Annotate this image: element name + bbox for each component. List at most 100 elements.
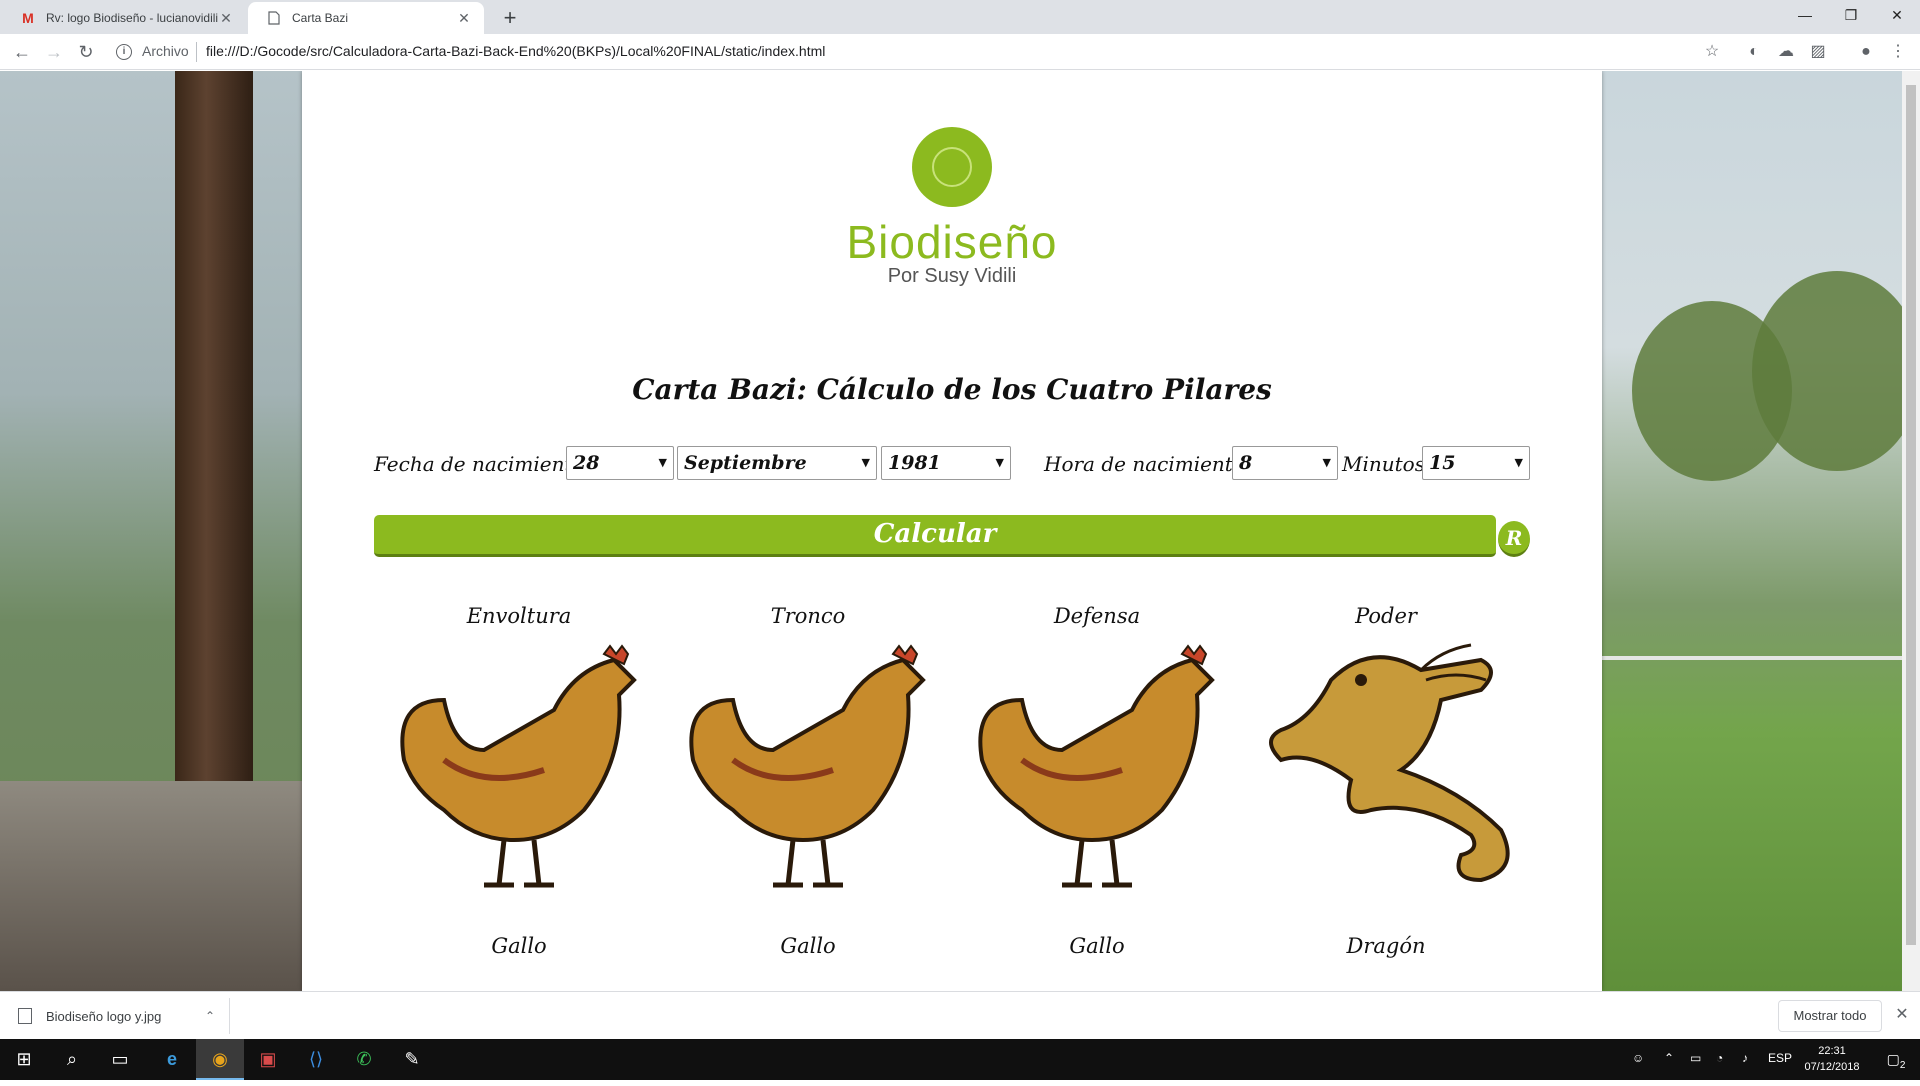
star-icon[interactable]: ☆ <box>1700 40 1724 64</box>
birth-time-label: Hora de nacimiento: <box>1044 452 1252 476</box>
rooster-icon <box>689 644 926 888</box>
background-left <box>0 71 302 991</box>
reset-button[interactable]: R <box>1498 521 1530 557</box>
page-title: Carta Bazi: Cálculo de los Cuatro Pilare… <box>632 373 1272 406</box>
task-view-icon[interactable]: ▭ <box>96 1039 144 1080</box>
tab-carta-bazi[interactable]: Carta Bazi ✕ <box>248 2 484 34</box>
rooster-icon <box>978 644 1215 888</box>
day-select[interactable]: 28 ▼ <box>566 446 674 480</box>
logo-ring <box>932 147 972 187</box>
window-sill <box>0 781 302 991</box>
address-bar[interactable]: file:///D:/Gocode/src/Calculadora-Carta-… <box>206 43 825 59</box>
edge-icon[interactable]: e <box>148 1039 196 1080</box>
language-indicator[interactable]: ESP <box>1768 1051 1792 1065</box>
avatar[interactable]: ● <box>1854 40 1878 64</box>
calculate-button[interactable]: Calcular <box>374 515 1496 557</box>
cloud-icon[interactable]: ☁ <box>1774 40 1798 64</box>
chevron-up-icon[interactable]: ⌃ <box>1664 1051 1674 1065</box>
tab-gmail[interactable]: M Rv: logo Biodiseño - lucianovidili ✕ <box>2 2 246 34</box>
background-right <box>1602 71 1920 991</box>
pillar-poder: Poder Dragón <box>1251 604 1521 984</box>
rooster-icon <box>400 644 637 888</box>
forward-icon[interactable]: → <box>40 38 68 66</box>
pillar-animal: Dragón <box>1346 934 1426 958</box>
pillar-envoltura: Envoltura Gallo <box>384 604 654 984</box>
tab-title: Rv: logo Biodiseño - lucianovidili <box>46 11 218 25</box>
dragon-icon <box>1269 643 1510 883</box>
divider <box>196 42 197 62</box>
clock-time: 22:31 <box>1818 1045 1846 1057</box>
close-window-button[interactable]: ✕ <box>1874 0 1920 30</box>
download-filename: Biodiseño logo y.jpg <box>46 1008 162 1024</box>
pillar-tronco: Tronco Gallo <box>673 604 943 984</box>
search-icon[interactable]: ⌕ <box>48 1039 96 1080</box>
show-all-button[interactable]: Mostrar todo <box>1778 1000 1882 1032</box>
month-value: Septiembre <box>684 452 807 474</box>
scrollbar-thumb[interactable] <box>1906 85 1916 945</box>
reload-icon[interactable]: ↻ <box>72 38 100 66</box>
fence <box>1602 656 1920 660</box>
tab-title: Carta Bazi <box>292 11 349 25</box>
minimize-button[interactable]: — <box>1782 0 1828 30</box>
chevron-down-icon: ▼ <box>995 456 1004 469</box>
main-card: Biodiseño Por Susy Vidili Carta Bazi: Cá… <box>302 71 1602 991</box>
browser-tab-bar: M Rv: logo Biodiseño - lucianovidili ✕ C… <box>0 0 1920 34</box>
notifications-icon[interactable]: ▢2 <box>1872 1039 1920 1080</box>
back-icon[interactable]: ← <box>8 38 36 66</box>
vscode-icon[interactable]: ⟨⟩ <box>292 1039 340 1080</box>
menu-icon[interactable]: ⋮ <box>1886 40 1910 64</box>
page-viewport: Biodiseño Por Susy Vidili Carta Bazi: Cá… <box>0 71 1920 991</box>
info-icon[interactable]: i <box>116 44 132 60</box>
birth-form: Fecha de nacimiento: 28 ▼ Septiembre ▼ 198… <box>374 446 1534 482</box>
chevron-up-icon[interactable]: ⌃ <box>205 1009 215 1023</box>
pillar-defensa: Defensa Gallo <box>962 604 1232 984</box>
notification-count: 2 <box>1899 1059 1906 1071</box>
year-value: 1981 <box>888 452 941 474</box>
pillar-animal: Gallo <box>780 934 836 958</box>
wifi-icon[interactable]: ◔ <box>1716 1051 1723 1065</box>
gmail-icon: M <box>22 10 34 26</box>
minutes-value: 15 <box>1429 452 1456 474</box>
page-icon <box>266 10 282 26</box>
pillar-title: Envoltura <box>466 604 572 628</box>
paint-icon[interactable]: ✎ <box>388 1039 436 1080</box>
year-select[interactable]: 1981 ▼ <box>881 446 1011 480</box>
image-icon[interactable]: ▨ <box>1806 40 1830 64</box>
download-item[interactable]: Biodiseño logo y.jpg ⌃ <box>18 998 230 1034</box>
windows-start-icon[interactable]: ⊞ <box>0 1039 48 1080</box>
pillar-title: Defensa <box>1053 604 1141 628</box>
chevron-down-icon: ▼ <box>658 456 667 469</box>
minutes-label: Minutos: <box>1342 452 1432 476</box>
logo-icon <box>912 127 992 207</box>
clock-date: 07/12/2018 <box>1804 1061 1860 1073</box>
pillar-animal: Gallo <box>491 934 547 958</box>
app-icon[interactable]: ▣ <box>244 1039 292 1080</box>
file-icon <box>18 1008 32 1024</box>
pillar-animal: Gallo <box>1069 934 1125 958</box>
chevron-down-icon: ▼ <box>1322 456 1331 469</box>
volume-icon[interactable]: ♪ <box>1742 1051 1748 1065</box>
chevron-down-icon: ▼ <box>861 456 870 469</box>
extension-icon[interactable]: ◐ <box>1742 40 1766 64</box>
pillar-title: Tronco <box>770 604 846 628</box>
battery-icon[interactable]: ▭ <box>1690 1051 1701 1065</box>
whatsapp-icon[interactable]: ✆ <box>340 1039 388 1080</box>
browser-toolbar: ← → ↻ i Archivo file:///D:/Gocode/src/Ca… <box>0 34 1920 70</box>
hour-select[interactable]: 8 ▼ <box>1232 446 1338 480</box>
close-tab-icon[interactable]: ✕ <box>218 10 234 27</box>
tree <box>1752 271 1920 471</box>
restore-button[interactable]: ❐ <box>1828 0 1874 30</box>
people-icon[interactable]: ☺ <box>1632 1051 1644 1065</box>
close-icon[interactable]: ✕ <box>1892 1004 1912 1024</box>
download-bar: Biodiseño logo y.jpg ⌃ Mostrar todo ✕ <box>0 991 1920 1039</box>
clock[interactable]: 22:31 07/12/2018 <box>1802 1043 1862 1075</box>
new-tab-button[interactable]: + <box>496 4 524 32</box>
scrollbar[interactable] <box>1902 71 1920 991</box>
minutes-select[interactable]: 15 ▼ <box>1422 446 1530 480</box>
month-select[interactable]: Septiembre ▼ <box>677 446 877 480</box>
day-value: 28 <box>573 452 600 474</box>
pillar-title: Poder <box>1355 604 1417 628</box>
close-tab-icon[interactable]: ✕ <box>456 10 472 27</box>
chrome-icon[interactable]: ◉ <box>196 1039 244 1080</box>
birth-date-label: Fecha de nacimiento: <box>374 452 592 476</box>
